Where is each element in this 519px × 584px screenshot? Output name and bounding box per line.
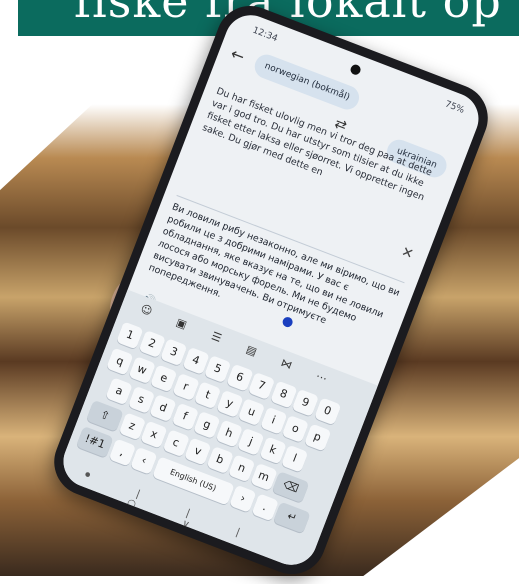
- enter-icon[interactable]: ↵: [272, 501, 311, 534]
- more-icon[interactable]: ⋯: [303, 365, 339, 389]
- emoji-icon[interactable]: ☺: [128, 298, 164, 322]
- key[interactable]: l: [280, 444, 309, 473]
- status-time: 12:34: [251, 25, 279, 45]
- clipboard-icon[interactable]: ▤: [233, 338, 269, 362]
- key[interactable]: 0: [313, 397, 342, 426]
- status-battery: 75%: [443, 99, 466, 116]
- share-icon[interactable]: ⋈: [268, 352, 304, 376]
- list-icon[interactable]: ☰: [198, 325, 234, 349]
- back-icon[interactable]: ←: [228, 44, 254, 70]
- sticker-icon[interactable]: ▣: [163, 311, 199, 335]
- symbols-key[interactable]: !#1: [75, 425, 114, 458]
- key[interactable]: p: [303, 423, 332, 452]
- mic-icon[interactable]: ⏺: [83, 469, 138, 499]
